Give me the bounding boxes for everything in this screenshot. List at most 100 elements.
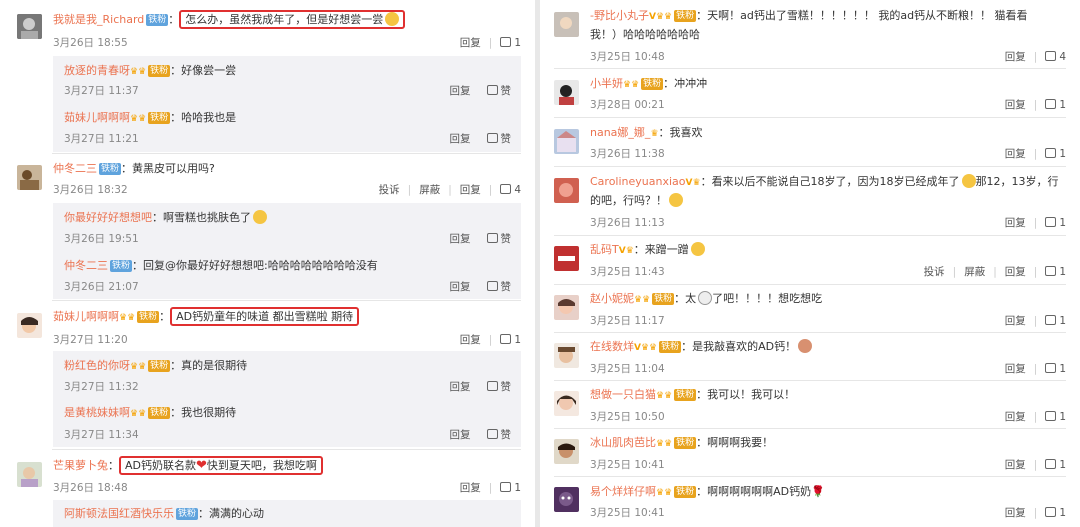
avatar[interactable] bbox=[554, 343, 579, 368]
username-link[interactable]: 仲冬二三 bbox=[64, 259, 108, 272]
comment-time: 3月25日 10:41 bbox=[590, 507, 665, 519]
right-comment-panel: -野比小丸子V♛♛ 铁粉 ：天啊！ad钙出了雪糕！！！！！！ 我的ad钙从不断粮！！… bbox=[540, 0, 1080, 527]
avatar[interactable] bbox=[17, 313, 42, 338]
block-button[interactable]: 屏蔽 bbox=[964, 266, 985, 278]
reply-line: 是黄桃妹妹啊♛♛ 铁粉 ：我也很期待 bbox=[64, 405, 236, 422]
username-link[interactable]: 想做一只白猫 bbox=[590, 388, 656, 401]
comment-actions: 回复 | 1 bbox=[1004, 217, 1066, 229]
emoji-icon bbox=[961, 174, 976, 188]
reply-time: 3月27日 11:34 bbox=[64, 429, 139, 441]
reply-button[interactable]: 回复 bbox=[460, 184, 481, 196]
comment-actions: 回复 | 4 bbox=[1004, 51, 1066, 63]
reply-button[interactable]: 回复 bbox=[450, 233, 471, 245]
avatar[interactable] bbox=[554, 246, 579, 271]
like-button[interactable]: 1 bbox=[1045, 507, 1066, 519]
username-link[interactable]: 是黄桃妹妹啊 bbox=[64, 406, 130, 419]
thumbs-up-icon bbox=[500, 334, 512, 344]
emoji-icon bbox=[385, 12, 400, 26]
avatar[interactable] bbox=[17, 165, 42, 190]
reply-time: 3月27日 11:21 bbox=[64, 133, 139, 145]
like-button[interactable]: 1 bbox=[1045, 411, 1066, 423]
username-link[interactable]: Carolineyuanxiao bbox=[590, 175, 686, 188]
avatar[interactable] bbox=[554, 178, 579, 203]
avatar[interactable] bbox=[17, 14, 42, 39]
like-button[interactable]: 1 bbox=[500, 334, 521, 346]
avatar[interactable] bbox=[554, 12, 579, 37]
username-link[interactable]: 易个烊烊仔啊 bbox=[590, 485, 656, 498]
username-link[interactable]: 冰山肌肉芭比 bbox=[590, 436, 656, 449]
username-link[interactable]: 你最好好好想想吧 bbox=[64, 211, 152, 224]
report-button[interactable]: 投诉 bbox=[379, 184, 400, 196]
reply-button[interactable]: 回复 bbox=[460, 482, 481, 494]
avatar[interactable] bbox=[554, 487, 579, 512]
reply-button[interactable]: 回复 bbox=[460, 37, 481, 49]
reply-button[interactable]: 回复 bbox=[460, 334, 481, 346]
avatar[interactable] bbox=[554, 295, 579, 320]
username-link[interactable]: nana娜_娜_ bbox=[590, 126, 650, 139]
comment-time: 3月25日 10:50 bbox=[590, 411, 665, 423]
like-button[interactable]: 1 bbox=[1045, 99, 1066, 111]
avatar[interactable] bbox=[554, 80, 579, 105]
reply-button[interactable]: 回复 bbox=[450, 381, 471, 393]
reply-button[interactable]: 回复 bbox=[450, 429, 471, 441]
reply-button[interactable]: 回复 bbox=[1005, 51, 1026, 63]
username-link[interactable]: 粉红色的你呀 bbox=[64, 359, 130, 372]
reply-button[interactable]: 回复 bbox=[1005, 507, 1026, 519]
avatar[interactable] bbox=[554, 391, 579, 416]
comment-actions: 回复 | 1 bbox=[1004, 148, 1066, 160]
avatar[interactable] bbox=[554, 129, 579, 154]
like-button[interactable]: 1 bbox=[1045, 315, 1066, 327]
reply-button[interactable]: 回复 bbox=[1005, 363, 1026, 375]
like-button[interactable]: 1 bbox=[500, 482, 521, 494]
reply-line: 仲冬二三 铁粉 ：回复@你最好好好想想吧:哈哈哈哈哈哈哈哈没有 bbox=[64, 259, 378, 272]
left-comment-panel: 我就是我_Richard 铁粉：怎么办，虽然我成年了，但是好想尝一尝 3月26日 … bbox=[0, 0, 535, 527]
reply-button[interactable]: 回复 bbox=[1005, 217, 1026, 229]
report-button[interactable]: 投诉 bbox=[924, 266, 945, 278]
reply-button[interactable]: 回复 bbox=[450, 281, 471, 293]
username-link[interactable]: 在线数烊 bbox=[590, 340, 634, 353]
like-button[interactable]: 赞 bbox=[486, 233, 511, 245]
like-button[interactable]: 1 bbox=[1045, 266, 1066, 278]
reply-button[interactable]: 回复 bbox=[1005, 411, 1026, 423]
username-link[interactable]: 我就是我_Richard bbox=[53, 13, 144, 26]
like-button[interactable]: 1 bbox=[1045, 148, 1066, 160]
username-link[interactable]: 阿斯顿法国红酒快乐乐 bbox=[64, 507, 174, 520]
like-button[interactable]: 1 bbox=[500, 37, 521, 49]
username-link[interactable]: 茹妹儿啊啊啊 bbox=[53, 310, 119, 323]
comment-time: 3月25日 10:41 bbox=[590, 459, 665, 471]
like-button[interactable]: 1 bbox=[1045, 459, 1066, 471]
block-button[interactable]: 屏蔽 bbox=[419, 184, 440, 196]
username-link[interactable]: 仲冬二三 bbox=[53, 162, 97, 175]
username-link[interactable]: 茹妹儿啊啊啊 bbox=[64, 111, 130, 124]
reply-button[interactable]: 回复 bbox=[1005, 148, 1026, 160]
username-link[interactable]: 乱码T bbox=[590, 243, 619, 256]
like-button[interactable]: 4 bbox=[1045, 51, 1066, 63]
username-link[interactable]: 芒果萝卜兔 bbox=[53, 459, 108, 472]
username-link[interactable]: 小半妍 bbox=[590, 77, 623, 90]
username-link[interactable]: 赵小妮妮 bbox=[590, 292, 634, 305]
reply-time: 3月27日 11:37 bbox=[64, 85, 139, 97]
like-button[interactable]: 赞 bbox=[486, 381, 511, 393]
reply-button[interactable]: 回复 bbox=[1005, 459, 1026, 471]
comment-actions: 回复 | 1 bbox=[1004, 459, 1066, 471]
like-button[interactable]: 赞 bbox=[486, 85, 511, 97]
like-button[interactable]: 赞 bbox=[486, 281, 511, 293]
reply-button[interactable]: 回复 bbox=[450, 133, 471, 145]
thumbs-up-icon bbox=[1045, 363, 1057, 373]
reply-button[interactable]: 回复 bbox=[1005, 266, 1026, 278]
avatar[interactable] bbox=[17, 462, 42, 487]
like-button[interactable]: 4 bbox=[500, 184, 521, 196]
comment-line: 想做一只白猫♛♛ 铁粉 ：我可以！我可以！ bbox=[590, 387, 795, 404]
username-link[interactable]: -野比小丸子 bbox=[590, 9, 649, 22]
avatar-image bbox=[17, 165, 42, 190]
avatar[interactable] bbox=[554, 439, 579, 464]
like-button[interactable]: 赞 bbox=[486, 429, 511, 441]
like-button[interactable]: 赞 bbox=[486, 133, 511, 145]
like-button[interactable]: 1 bbox=[1045, 217, 1066, 229]
fan-badge: 铁粉 bbox=[674, 10, 697, 22]
reply-button[interactable]: 回复 bbox=[1005, 99, 1026, 111]
reply-button[interactable]: 回复 bbox=[450, 85, 471, 97]
username-link[interactable]: 放逐的青春呀 bbox=[64, 64, 130, 77]
like-button[interactable]: 1 bbox=[1045, 363, 1066, 375]
reply-button[interactable]: 回复 bbox=[1005, 315, 1026, 327]
